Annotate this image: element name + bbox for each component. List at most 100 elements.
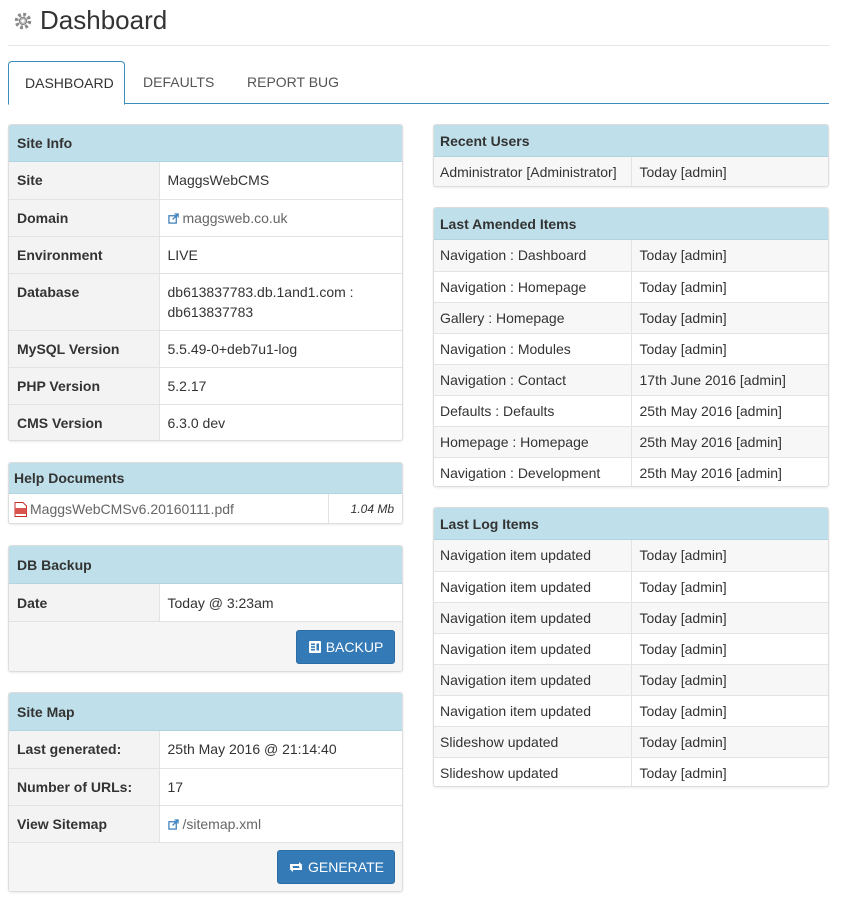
amended-item: Defaults : Defaults bbox=[434, 394, 632, 426]
log-item: Navigation item updated bbox=[434, 694, 632, 726]
table-row: Navigation item updated Today [admin] bbox=[434, 570, 828, 602]
recent-users-heading: Recent Users bbox=[434, 125, 828, 157]
amended-item: Navigation : Modules bbox=[434, 332, 632, 364]
amended-when: Today [admin] bbox=[631, 240, 828, 271]
backup-date-value: Today @ 3:23am bbox=[158, 584, 402, 621]
site-info-row: PHP Version 5.2.17 bbox=[9, 366, 402, 404]
site-info-row: Environment LIVE bbox=[9, 235, 402, 273]
user-name: Administrator [Administrator] bbox=[434, 157, 632, 186]
db-backup-footer: BACKUP bbox=[9, 621, 402, 671]
database-host: db613837783.db.1and1.com : bbox=[167, 283, 354, 300]
help-documents-heading: Help Documents bbox=[9, 463, 402, 494]
last-amended-heading: Last Amended Items bbox=[434, 208, 828, 240]
amended-when: 17th June 2016 [admin] bbox=[631, 363, 828, 395]
tab-bar: DASHBOARD DEFAULTS REPORT BUG bbox=[8, 61, 829, 105]
log-item: Navigation item updated bbox=[434, 540, 632, 571]
db-backup-heading: DB Backup bbox=[9, 546, 402, 584]
help-file-link[interactable]: MaggsWebCMSv6.20160111.pdf bbox=[30, 501, 234, 517]
site-value: MaggsWebCMS bbox=[158, 162, 402, 199]
amended-when: Today [admin] bbox=[631, 332, 828, 364]
log-when: Today [admin] bbox=[631, 663, 828, 695]
backup-button[interactable]: BACKUP bbox=[296, 630, 395, 664]
amended-item: Homepage : Homepage bbox=[434, 425, 632, 457]
external-link-icon bbox=[167, 819, 179, 830]
last-generated-label: Last generated: bbox=[9, 731, 159, 768]
site-map-footer: GENERATE bbox=[9, 842, 402, 891]
sitemap-link[interactable]: /sitemap.xml bbox=[183, 816, 262, 832]
refresh-icon bbox=[289, 862, 303, 872]
domain-label: Domain bbox=[9, 198, 159, 236]
page-header: Dashboard bbox=[8, 0, 829, 46]
database-icon bbox=[308, 641, 321, 653]
table-row: Navigation item updated Today [admin] bbox=[434, 663, 828, 695]
amended-item: Navigation : Homepage bbox=[434, 270, 632, 302]
log-when: Today [admin] bbox=[631, 601, 828, 633]
cms-version-value: 6.3.0 dev bbox=[158, 403, 402, 440]
log-item: Navigation item updated bbox=[434, 601, 632, 633]
site-info-panel: Site Info Site MaggsWebCMS Domain maggsw… bbox=[8, 124, 403, 441]
log-item: Navigation item updated bbox=[434, 570, 632, 602]
domain-link[interactable]: maggsweb.co.uk bbox=[183, 210, 288, 226]
last-generated-value: 25th May 2016 @ 21:14:40 bbox=[158, 731, 402, 768]
database-label: Database bbox=[9, 272, 159, 330]
table-row: Administrator [Administrator] Today [adm… bbox=[434, 157, 828, 186]
last-log-panel: Last Log Items Navigation item updated To… bbox=[433, 507, 829, 787]
help-file-size: 1.04 Mb bbox=[350, 502, 394, 516]
table-row: Navigation item updated Today [admin] bbox=[434, 540, 828, 571]
table-row: Navigation item updated Today [admin] bbox=[434, 632, 828, 664]
number-of-urls-label: Number of URLs: bbox=[9, 767, 159, 805]
user-when: Today [admin] bbox=[631, 157, 828, 186]
table-row: Navigation item updated Today [admin] bbox=[434, 694, 828, 726]
log-when: Today [admin] bbox=[631, 756, 828, 786]
generate-button[interactable]: GENERATE bbox=[277, 850, 395, 884]
tab-dashboard[interactable]: DASHBOARD bbox=[8, 61, 125, 105]
table-row: Slideshow updated Today [admin] bbox=[434, 756, 828, 786]
last-amended-panel: Last Amended Items Navigation : Dashboar… bbox=[433, 207, 829, 487]
table-row: Slideshow updated Today [admin] bbox=[434, 725, 828, 757]
php-version-label: PHP Version bbox=[9, 366, 159, 404]
view-sitemap-value: /sitemap.xml bbox=[158, 804, 402, 842]
mysql-version-value: 5.5.49-0+deb7u1-log bbox=[158, 329, 402, 367]
last-log-heading: Last Log Items bbox=[434, 508, 828, 540]
domain-value: maggsweb.co.uk bbox=[158, 198, 402, 236]
table-row: Gallery : Homepage Today [admin] bbox=[434, 301, 828, 333]
php-version-value: 5.2.17 bbox=[158, 366, 402, 404]
db-backup-panel: DB Backup Date Today @ 3:23am BACKUP bbox=[8, 545, 403, 672]
help-file-cell: MaggsWebCMSv6.20160111.pdf bbox=[9, 494, 329, 523]
site-info-row: CMS Version 6.3.0 dev bbox=[9, 403, 402, 440]
site-map-row: Last generated: 25th May 2016 @ 21:14:40 bbox=[9, 731, 402, 768]
site-label: Site bbox=[9, 162, 159, 199]
log-when: Today [admin] bbox=[631, 694, 828, 726]
site-map-row: Number of URLs: 17 bbox=[9, 767, 402, 805]
generate-button-label: GENERATE bbox=[308, 859, 384, 875]
amended-when: 25th May 2016 [admin] bbox=[631, 456, 828, 486]
table-row: Navigation : Modules Today [admin] bbox=[434, 332, 828, 364]
log-item: Navigation item updated bbox=[434, 632, 632, 664]
table-row: Defaults : Defaults 25th May 2016 [admin] bbox=[434, 394, 828, 426]
log-when: Today [admin] bbox=[631, 540, 828, 571]
log-when: Today [admin] bbox=[631, 570, 828, 602]
table-row: Navigation : Dashboard Today [admin] bbox=[434, 240, 828, 271]
site-map-row: View Sitemap /sitemap.xml bbox=[9, 804, 402, 842]
amended-when: Today [admin] bbox=[631, 301, 828, 333]
site-map-panel: Site Map Last generated: 25th May 2016 @… bbox=[8, 692, 403, 892]
tab-defaults[interactable]: DEFAULTS bbox=[127, 61, 230, 104]
site-map-heading: Site Map bbox=[9, 693, 402, 731]
amended-item: Gallery : Homepage bbox=[434, 301, 632, 333]
log-item: Navigation item updated bbox=[434, 663, 632, 695]
log-when: Today [admin] bbox=[631, 725, 828, 757]
amended-when: 25th May 2016 [admin] bbox=[631, 425, 828, 457]
tab-report-bug[interactable]: REPORT BUG bbox=[231, 61, 355, 104]
site-info-row: Site MaggsWebCMS bbox=[9, 162, 402, 199]
amended-when: Today [admin] bbox=[631, 270, 828, 302]
page-title: Dashboard bbox=[40, 5, 168, 35]
external-link-icon bbox=[167, 212, 179, 224]
log-item: Slideshow updated bbox=[434, 725, 632, 757]
database-name: db613837783 bbox=[167, 303, 254, 320]
table-row: Homepage : Homepage 25th May 2016 [admin] bbox=[434, 425, 828, 457]
view-sitemap-label: View Sitemap bbox=[9, 804, 159, 842]
cms-version-label: CMS Version bbox=[9, 403, 159, 440]
log-item: Slideshow updated bbox=[434, 756, 632, 786]
help-documents-panel: Help Documents MaggsWebCMSv6.20160111.pd… bbox=[8, 462, 403, 524]
environment-value: LIVE bbox=[158, 235, 402, 273]
